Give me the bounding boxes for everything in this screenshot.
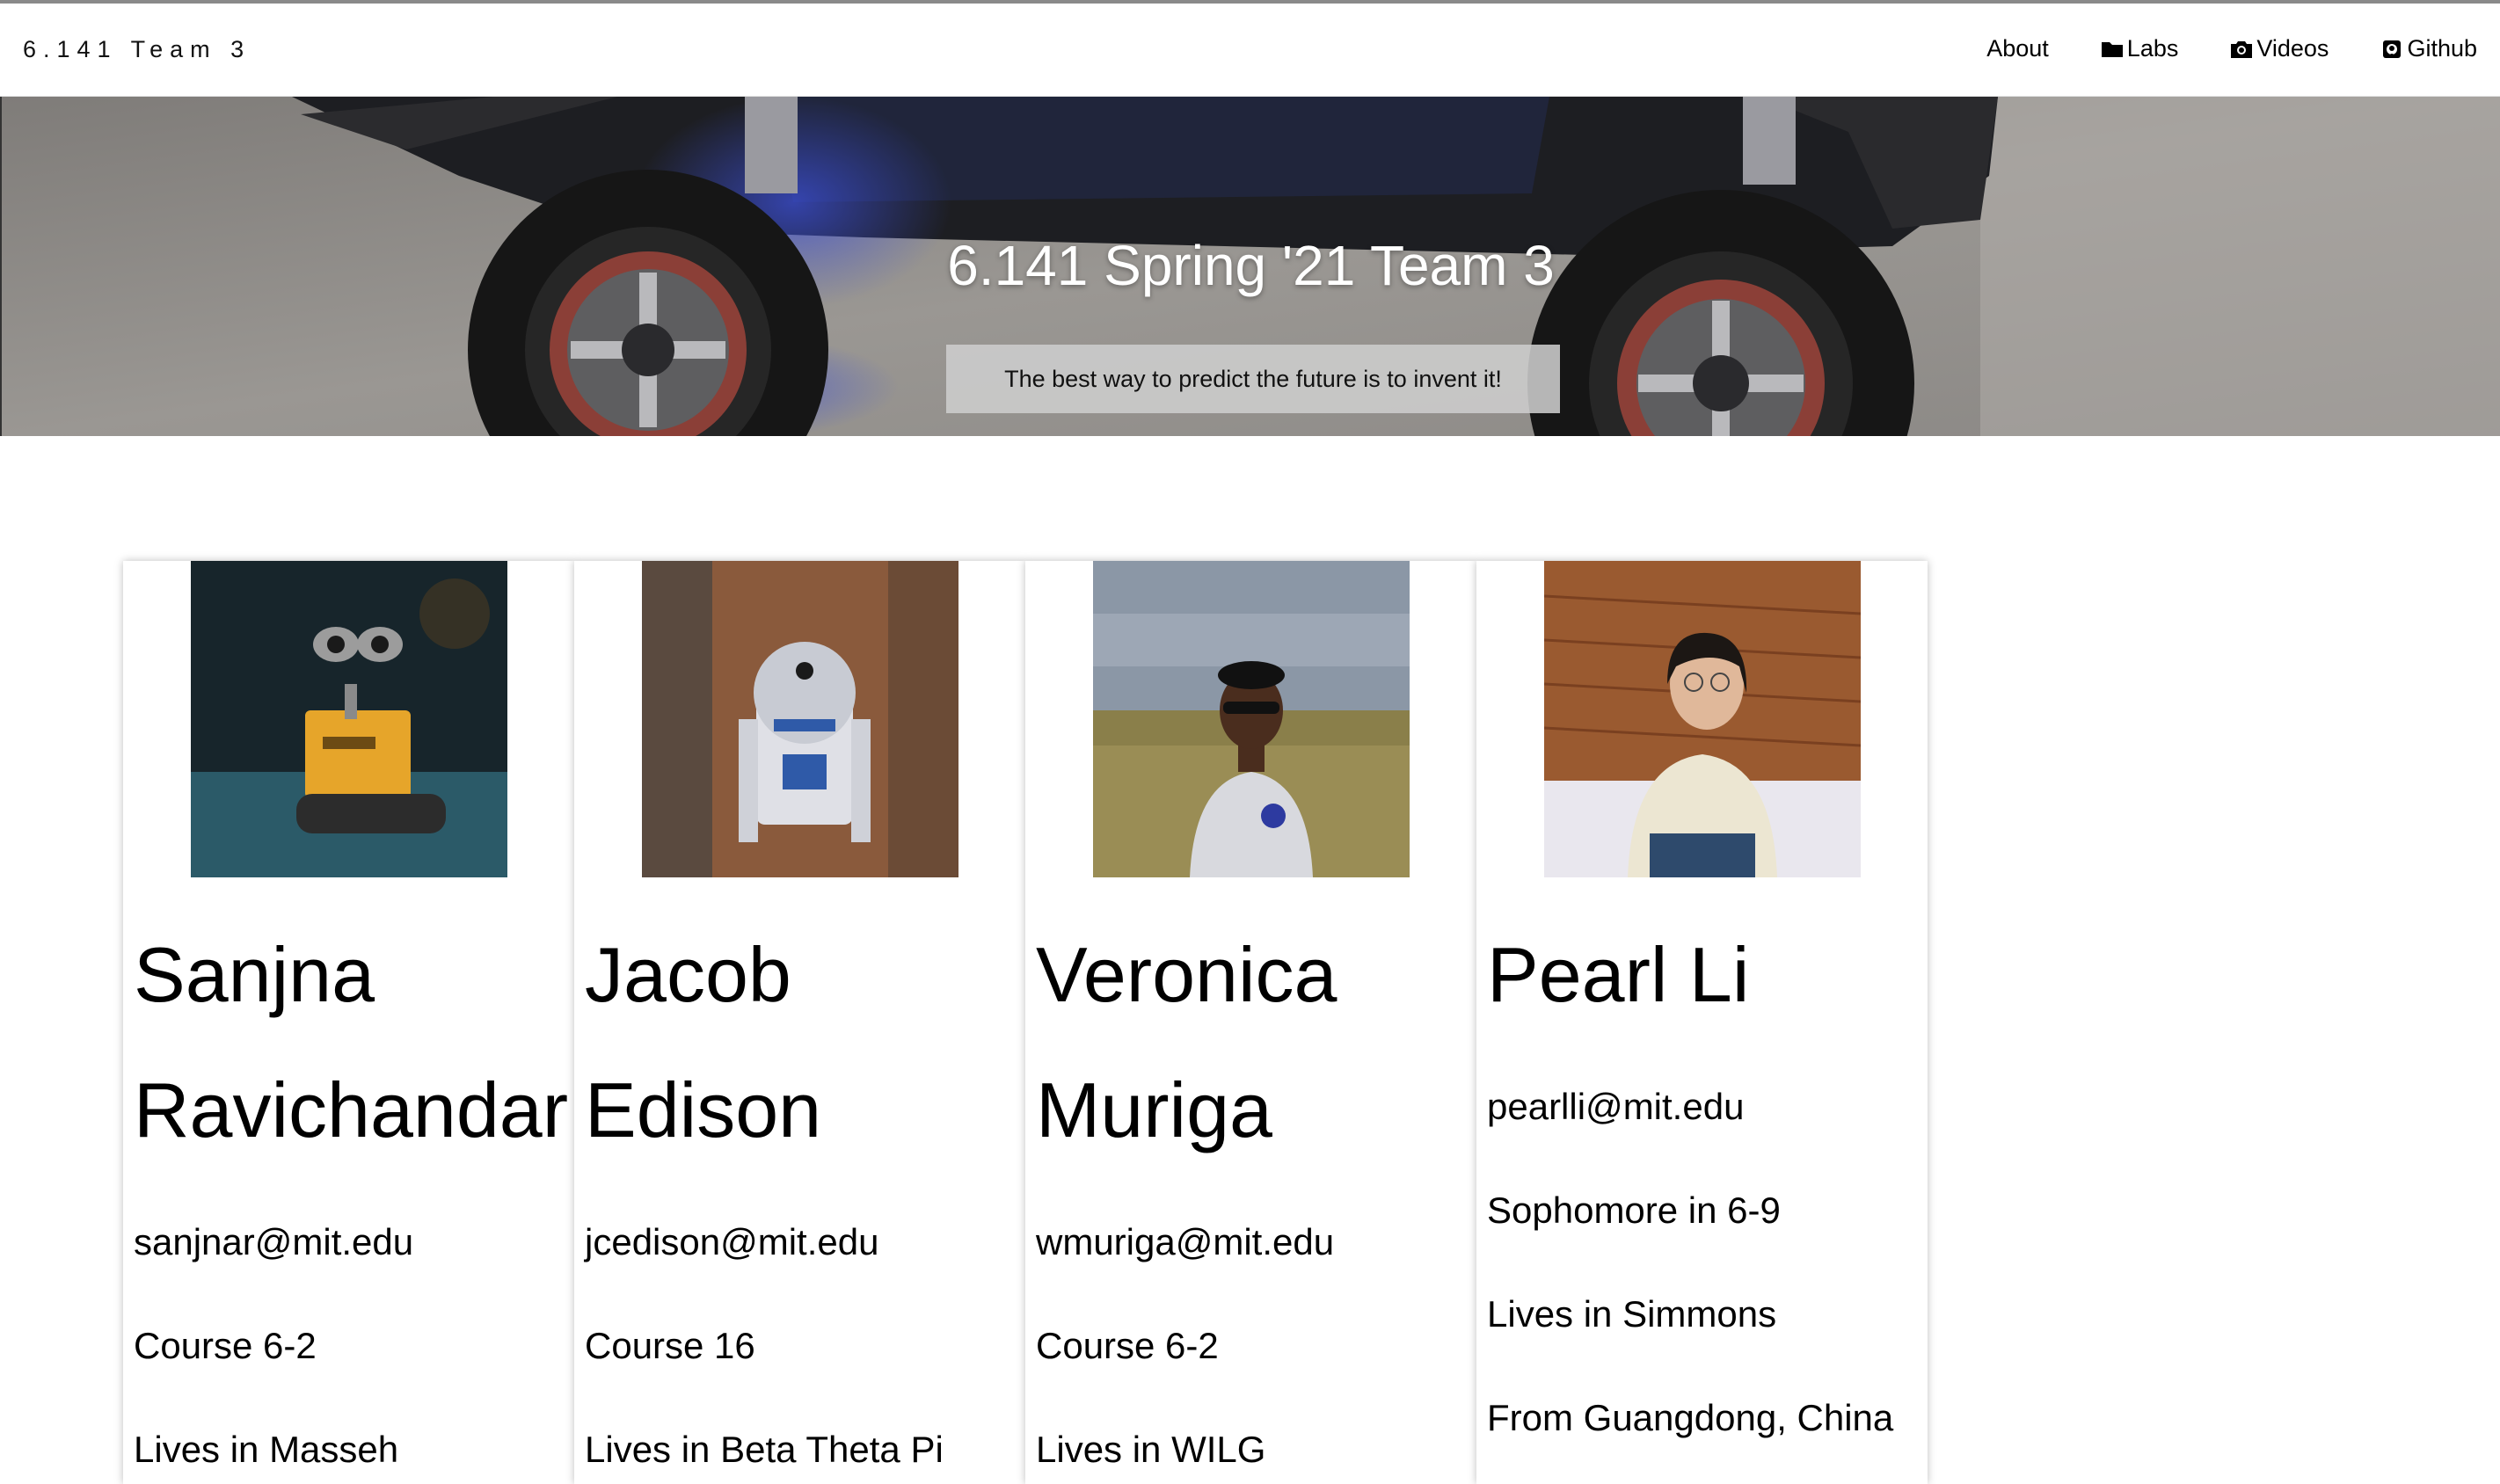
nav-about[interactable]: About (1986, 35, 2049, 62)
team-cards: Sanjna Ravichandar sanjnar@mit.edu Cours… (123, 561, 1928, 1484)
member-last-name: Muriga (1036, 1066, 1272, 1153)
member-first-name: Sanjna (134, 931, 375, 1018)
member-first-name: Veronica (1036, 931, 1337, 1018)
member-residence: Lives in Simmons (1487, 1293, 1777, 1335)
member-email: wmuriga@mit.edu (1036, 1221, 1335, 1262)
portrait-photo (1544, 561, 1861, 877)
member-name: Pearl Li (1487, 907, 1928, 1043)
r2d2-robot-photo (642, 561, 958, 877)
portrait-photo (1093, 561, 1410, 877)
member-email: sanjnar@mit.edu (134, 1221, 414, 1262)
member-residence: Lives in WILG (1036, 1429, 1266, 1470)
member-course: Course 6-2 (1036, 1325, 1219, 1366)
nav-videos[interactable]: Videos (2229, 35, 2329, 62)
nav-labs[interactable]: Labs (2100, 35, 2179, 62)
member-email: jcedison@mit.edu (585, 1221, 879, 1262)
team-member-card: Jacob Edison jcedison@mit.edu Course 16 … (574, 561, 1025, 1484)
folder-icon (2101, 41, 2123, 57)
site-brand[interactable]: 6.141 Team 3 (23, 36, 251, 63)
member-residence: Lives in Beta Theta Pi (585, 1429, 944, 1470)
member-full-name: Pearl Li (1487, 931, 1750, 1018)
member-first-name: Jacob (585, 931, 791, 1018)
member-year: Sophomore in 6-9 (1487, 1189, 1781, 1231)
member-last-name: Edison (585, 1066, 822, 1153)
member-name: Sanjna Ravichandar (134, 907, 574, 1178)
team-member-card: Pearl Li pearlli@mit.edu Sophomore in 6-… (1476, 561, 1928, 1484)
hero-quote: The best way to predict the future is to… (946, 345, 1560, 413)
hero-banner: 6.141 Spring '21 Team 3 The best way to … (0, 97, 2500, 436)
nav-github-label: Github (2407, 35, 2477, 62)
member-last-name: Ravichandar (134, 1066, 569, 1153)
member-course: Course 16 (585, 1325, 755, 1366)
nav-videos-label: Videos (2256, 35, 2329, 62)
nav-about-label: About (1986, 35, 2049, 62)
wall-e-robot-photo (191, 561, 507, 877)
github-icon (2383, 40, 2402, 58)
hero-title: 6.141 Spring '21 Team 3 (947, 234, 1555, 297)
nav-github[interactable]: Github (2380, 35, 2477, 62)
top-navbar: 6.141 Team 3 About Labs Videos Github (0, 0, 2500, 97)
team-member-card: Veronica Muriga wmuriga@mit.edu Course 6… (1025, 561, 1476, 1484)
member-residence: Lives in Masseh (134, 1429, 399, 1470)
member-name: Jacob Edison (585, 907, 1025, 1178)
nav-links: About Labs Videos Github (1986, 35, 2477, 62)
camera-icon (2231, 40, 2253, 58)
member-hometown: From Guangdong, China (1487, 1397, 1894, 1438)
member-course: Course 6-2 (134, 1325, 317, 1366)
team-member-card: Sanjna Ravichandar sanjnar@mit.edu Cours… (123, 561, 574, 1484)
member-name: Veronica Muriga (1036, 907, 1476, 1178)
nav-labs-label: Labs (2126, 35, 2179, 62)
member-email: pearlli@mit.edu (1487, 1086, 1745, 1127)
